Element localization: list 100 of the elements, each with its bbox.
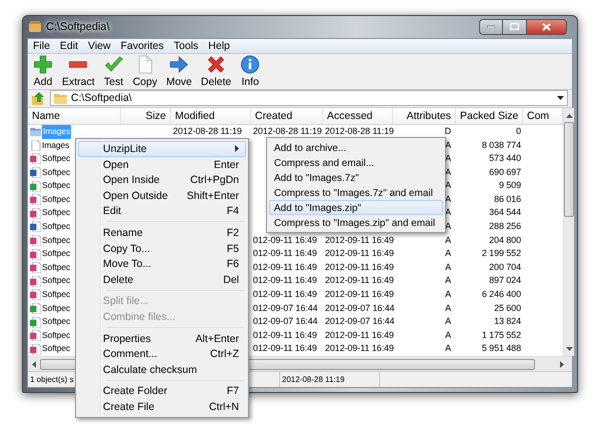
menu-item[interactable]: Tools — [168, 38, 204, 53]
file-name[interactable]: Softpec — [42, 274, 70, 288]
toolbar-button[interactable]: Extract — [60, 54, 97, 88]
toolbar-button[interactable]: Copy — [130, 54, 160, 88]
table-cell: 8 038 774 — [482, 140, 521, 150]
table-cell: 012-09-11 16:49 — [253, 275, 317, 286]
table-cell: 012-09-07 16:44 — [253, 316, 318, 326]
scroll-down-icon[interactable] — [566, 347, 572, 351]
table-cell: 897 024 — [489, 275, 521, 286]
plus-icon — [33, 54, 53, 74]
menu-item[interactable]: Favorites — [116, 38, 169, 53]
menu-item[interactable]: Comment... Ctrl+Z — [78, 346, 246, 362]
column-header[interactable]: Accessed — [323, 108, 393, 124]
table-cell: A — [445, 275, 451, 286]
table-cell: 012-09-11 16:49 — [253, 248, 317, 258]
table-cell: 0 — [516, 126, 521, 136]
menu-item[interactable]: Open Enter — [78, 156, 246, 172]
table-cell: 2012-09-11 16:49 — [325, 275, 394, 286]
menu-item[interactable]: Rename F2 — [78, 224, 246, 241]
menu-item[interactable]: Move To... F6 — [78, 256, 246, 272]
column-header[interactable]: Created — [251, 108, 323, 124]
table-cell: A — [445, 262, 451, 272]
close-icon — [206, 54, 226, 74]
menu-item[interactable]: UnzipLite — [78, 141, 246, 157]
menu-item[interactable]: Help — [203, 38, 235, 53]
menu-item[interactable]: Copy To... F5 — [78, 240, 246, 256]
up-folder-icon[interactable] — [32, 92, 46, 105]
file-name[interactable]: Images — [42, 138, 70, 152]
info-icon — [240, 54, 260, 74]
column-header[interactable]: Size — [121, 108, 171, 124]
table-cell: 2012-09-11 16:49 — [325, 262, 394, 272]
file-name[interactable]: Softpec — [42, 206, 70, 220]
file-name[interactable]: Softpec — [42, 166, 70, 180]
file-name[interactable]: Softpec — [42, 247, 70, 261]
toolbar-button[interactable]: Info — [238, 54, 262, 88]
table-cell: 2012-09-07 16:44 — [325, 316, 394, 326]
table-cell: 573 440 — [489, 153, 521, 164]
minimize-button[interactable] — [479, 18, 503, 35]
file-name[interactable]: Softpec — [42, 152, 70, 166]
file-name[interactable]: Softpec — [42, 315, 70, 329]
address-field[interactable]: C:\Softpedia\ — [50, 90, 568, 106]
table-cell: D — [444, 126, 451, 136]
menu-item[interactable]: Open Inside Ctrl+PgDn — [78, 172, 246, 188]
table-cell: 2012-08-28 11:19 — [253, 126, 322, 136]
menu-item[interactable]: Open Outside Shift+Enter — [78, 188, 246, 204]
table-cell: 86 016 — [494, 194, 521, 204]
table-cell: 9 509 — [498, 180, 521, 190]
arrow-right-icon — [169, 54, 190, 74]
menu-item[interactable]: Properties Alt+Enter — [78, 330, 246, 346]
menu-item[interactable]: Add to "Images.7z" — [269, 170, 443, 185]
window-title: C:\Softpedia\ — [46, 20, 110, 35]
file-name[interactable]: Softpec — [42, 288, 70, 302]
table-cell: A — [445, 302, 451, 313]
minimize-icon — [487, 25, 495, 28]
menu-item[interactable]: Compress to "Images.7z" and email — [269, 185, 443, 200]
file-name[interactable]: Softpec — [42, 302, 70, 316]
file-name[interactable]: Softpec — [42, 260, 70, 274]
column-header[interactable]: Attributes — [393, 108, 456, 124]
menu-item[interactable]: File — [28, 38, 55, 53]
menu-item[interactable]: Add to archive... — [269, 140, 443, 155]
scroll-right-icon[interactable] — [560, 360, 564, 368]
toolbar-button[interactable]: Test — [102, 54, 126, 88]
column-header[interactable]: Name — [28, 108, 121, 124]
table-cell: 2012-08-28 11:19 — [325, 126, 394, 136]
table-cell: 6 246 400 — [482, 289, 521, 300]
menu-item[interactable]: Delete Del — [78, 272, 246, 288]
toolbar-button[interactable]: Add — [31, 54, 55, 88]
menu-item[interactable]: Add to "Images.zip" — [269, 200, 443, 215]
vertical-scrollbar[interactable] — [563, 108, 574, 356]
table-cell: 012-09-11 16:49 — [253, 330, 317, 340]
scroll-up-icon[interactable] — [566, 114, 572, 118]
table-cell: 012-09-11 16:49 — [253, 262, 317, 272]
table-cell: 2012-09-11 16:49 — [325, 330, 394, 340]
file-name[interactable]: Softpec — [42, 179, 70, 193]
menu-item[interactable]: Edit — [54, 38, 84, 53]
table-cell: 288 256 — [489, 221, 521, 232]
column-header[interactable]: Packed Size — [456, 108, 523, 124]
file-name[interactable]: Softpec — [42, 328, 70, 342]
menu-item[interactable]: View — [83, 38, 116, 53]
dropdown-caret-icon[interactable] — [557, 96, 564, 100]
table-cell: 5 951 488 — [482, 343, 521, 354]
toolbar-button[interactable]: Move — [164, 54, 194, 88]
close-icon — [542, 22, 551, 31]
file-name[interactable]: Softpec — [42, 220, 70, 234]
scroll-left-icon[interactable] — [32, 360, 36, 368]
file-name[interactable]: Softpec — [42, 342, 70, 356]
close-button[interactable] — [527, 18, 567, 35]
menu-item[interactable]: Compress and email... — [269, 155, 443, 170]
maximize-button[interactable] — [503, 18, 527, 35]
table-cell: 204 800 — [489, 234, 521, 245]
table-cell: 200 704 — [489, 262, 521, 272]
file-name[interactable]: Softpec — [42, 234, 70, 248]
table-cell: 012-09-11 16:49 — [253, 234, 317, 245]
menu-item[interactable]: Edit F4 — [78, 203, 246, 219]
table-cell: 1 175 552 — [482, 330, 521, 340]
menu-item[interactable]: Compress to "Images.zip" and email — [269, 215, 443, 230]
menu-item[interactable]: Create File Ctrl+N — [78, 398, 246, 414]
toolbar-button[interactable]: Delete — [198, 54, 234, 88]
file-name[interactable]: Softpec — [42, 192, 70, 206]
column-header[interactable]: Modified — [171, 108, 251, 124]
